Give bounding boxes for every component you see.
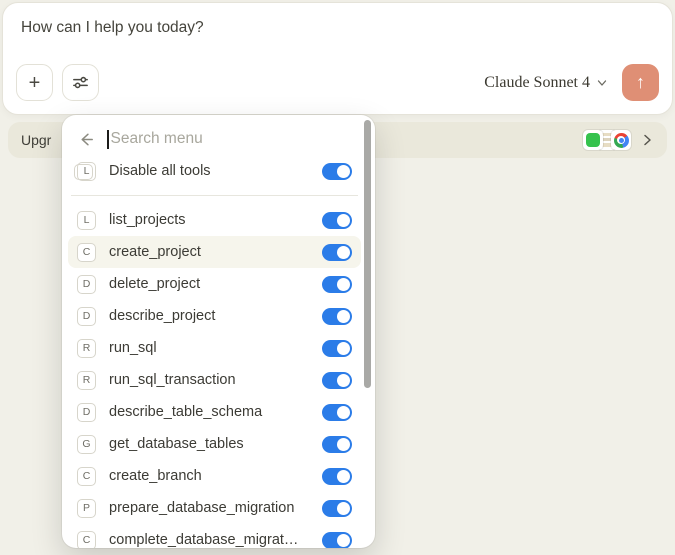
upgrade-banner-text: Upgr bbox=[21, 132, 51, 148]
tool-toggle[interactable] bbox=[322, 468, 352, 485]
tool-toggle[interactable] bbox=[322, 244, 352, 261]
tool-label: run_sql bbox=[109, 340, 322, 356]
tool-badge: R bbox=[77, 339, 96, 358]
arrow-up-icon: ↑ bbox=[636, 72, 645, 93]
composer-actions-right: Claude Sonnet 4 ↑ bbox=[484, 64, 659, 101]
tool-toggle[interactable] bbox=[322, 212, 352, 229]
disable-all-badge: L bbox=[77, 162, 96, 181]
menu-divider bbox=[71, 195, 358, 196]
tool-toggle[interactable] bbox=[322, 404, 352, 421]
tools-list: L list_projects C create_project D delet… bbox=[68, 204, 361, 548]
tool-badge: C bbox=[77, 243, 96, 262]
chevron-down-icon bbox=[597, 78, 607, 88]
send-button[interactable]: ↑ bbox=[622, 64, 659, 101]
tool-badge: C bbox=[77, 531, 96, 549]
tool-row[interactable]: D describe_project bbox=[68, 300, 361, 332]
tool-label: describe_project bbox=[109, 308, 322, 324]
tool-toggle[interactable] bbox=[322, 436, 352, 453]
tool-row[interactable]: R run_sql_transaction bbox=[68, 364, 361, 396]
tool-label: create_project bbox=[109, 244, 322, 260]
chrome-icon bbox=[611, 130, 631, 150]
tool-toggle[interactable] bbox=[322, 532, 352, 549]
tool-badge: G bbox=[77, 435, 96, 454]
chevron-right-icon[interactable] bbox=[640, 133, 654, 147]
tool-row[interactable]: C create_branch bbox=[68, 460, 361, 492]
attach-button[interactable]: + bbox=[16, 64, 53, 101]
text-cursor bbox=[107, 130, 109, 149]
tool-row[interactable]: R run_sql bbox=[68, 332, 361, 364]
tool-badge: P bbox=[77, 499, 96, 518]
tool-toggle[interactable] bbox=[322, 308, 352, 325]
tool-toggle[interactable] bbox=[322, 340, 352, 357]
tools-button[interactable] bbox=[62, 64, 99, 101]
chat-composer[interactable]: How can I help you today? + Claude Sonne… bbox=[2, 2, 673, 115]
tool-row[interactable]: L list_projects bbox=[68, 204, 361, 236]
composer-actions-left: + bbox=[16, 64, 99, 101]
tool-label: create_branch bbox=[109, 468, 322, 484]
tool-toggle[interactable] bbox=[322, 372, 352, 389]
tool-badge: D bbox=[77, 307, 96, 326]
tool-row[interactable]: D delete_project bbox=[68, 268, 361, 300]
tool-row[interactable]: P prepare_database_migration bbox=[68, 492, 361, 524]
sliders-icon bbox=[71, 73, 90, 92]
tool-badge: R bbox=[77, 371, 96, 390]
composer-placeholder: How can I help you today? bbox=[21, 19, 204, 37]
tool-label: list_projects bbox=[109, 212, 322, 228]
tool-toggle[interactable] bbox=[322, 276, 352, 293]
tool-label: complete_database_migrat… bbox=[109, 532, 322, 548]
green-app-icon bbox=[583, 130, 603, 150]
tool-row[interactable]: D describe_table_schema bbox=[68, 396, 361, 428]
tool-badge: D bbox=[77, 275, 96, 294]
upgrade-banner-right bbox=[583, 130, 654, 150]
tool-badge: D bbox=[77, 403, 96, 422]
plus-icon: + bbox=[29, 73, 41, 93]
tool-badge: L bbox=[77, 211, 96, 230]
tool-label: run_sql_transaction bbox=[109, 372, 322, 388]
tool-label: describe_table_schema bbox=[109, 404, 322, 420]
search-placeholder: Search menu bbox=[111, 130, 203, 148]
model-selector[interactable]: Claude Sonnet 4 bbox=[484, 74, 607, 92]
tool-label: get_database_tables bbox=[109, 436, 322, 452]
tool-label: prepare_database_migration bbox=[109, 500, 322, 516]
menu-search-input[interactable]: Search menu bbox=[68, 125, 361, 153]
tool-badge: C bbox=[77, 467, 96, 486]
tool-row[interactable]: C complete_database_migrat… bbox=[68, 524, 361, 548]
model-name: Claude Sonnet 4 bbox=[484, 74, 590, 92]
tools-menu: Search menu L Disable all tools L list_p… bbox=[62, 115, 375, 548]
connected-app-icons bbox=[583, 130, 631, 150]
disable-all-tools-row[interactable]: L Disable all tools bbox=[68, 155, 361, 187]
tool-row[interactable]: C create_project bbox=[68, 236, 361, 268]
back-arrow-icon[interactable] bbox=[77, 130, 96, 149]
tool-row[interactable]: G get_database_tables bbox=[68, 428, 361, 460]
tool-label: delete_project bbox=[109, 276, 322, 292]
disable-all-toggle[interactable] bbox=[322, 163, 352, 180]
tool-toggle[interactable] bbox=[322, 500, 352, 517]
disable-all-label: Disable all tools bbox=[109, 163, 322, 179]
menu-scrollbar-thumb[interactable] bbox=[364, 120, 371, 388]
